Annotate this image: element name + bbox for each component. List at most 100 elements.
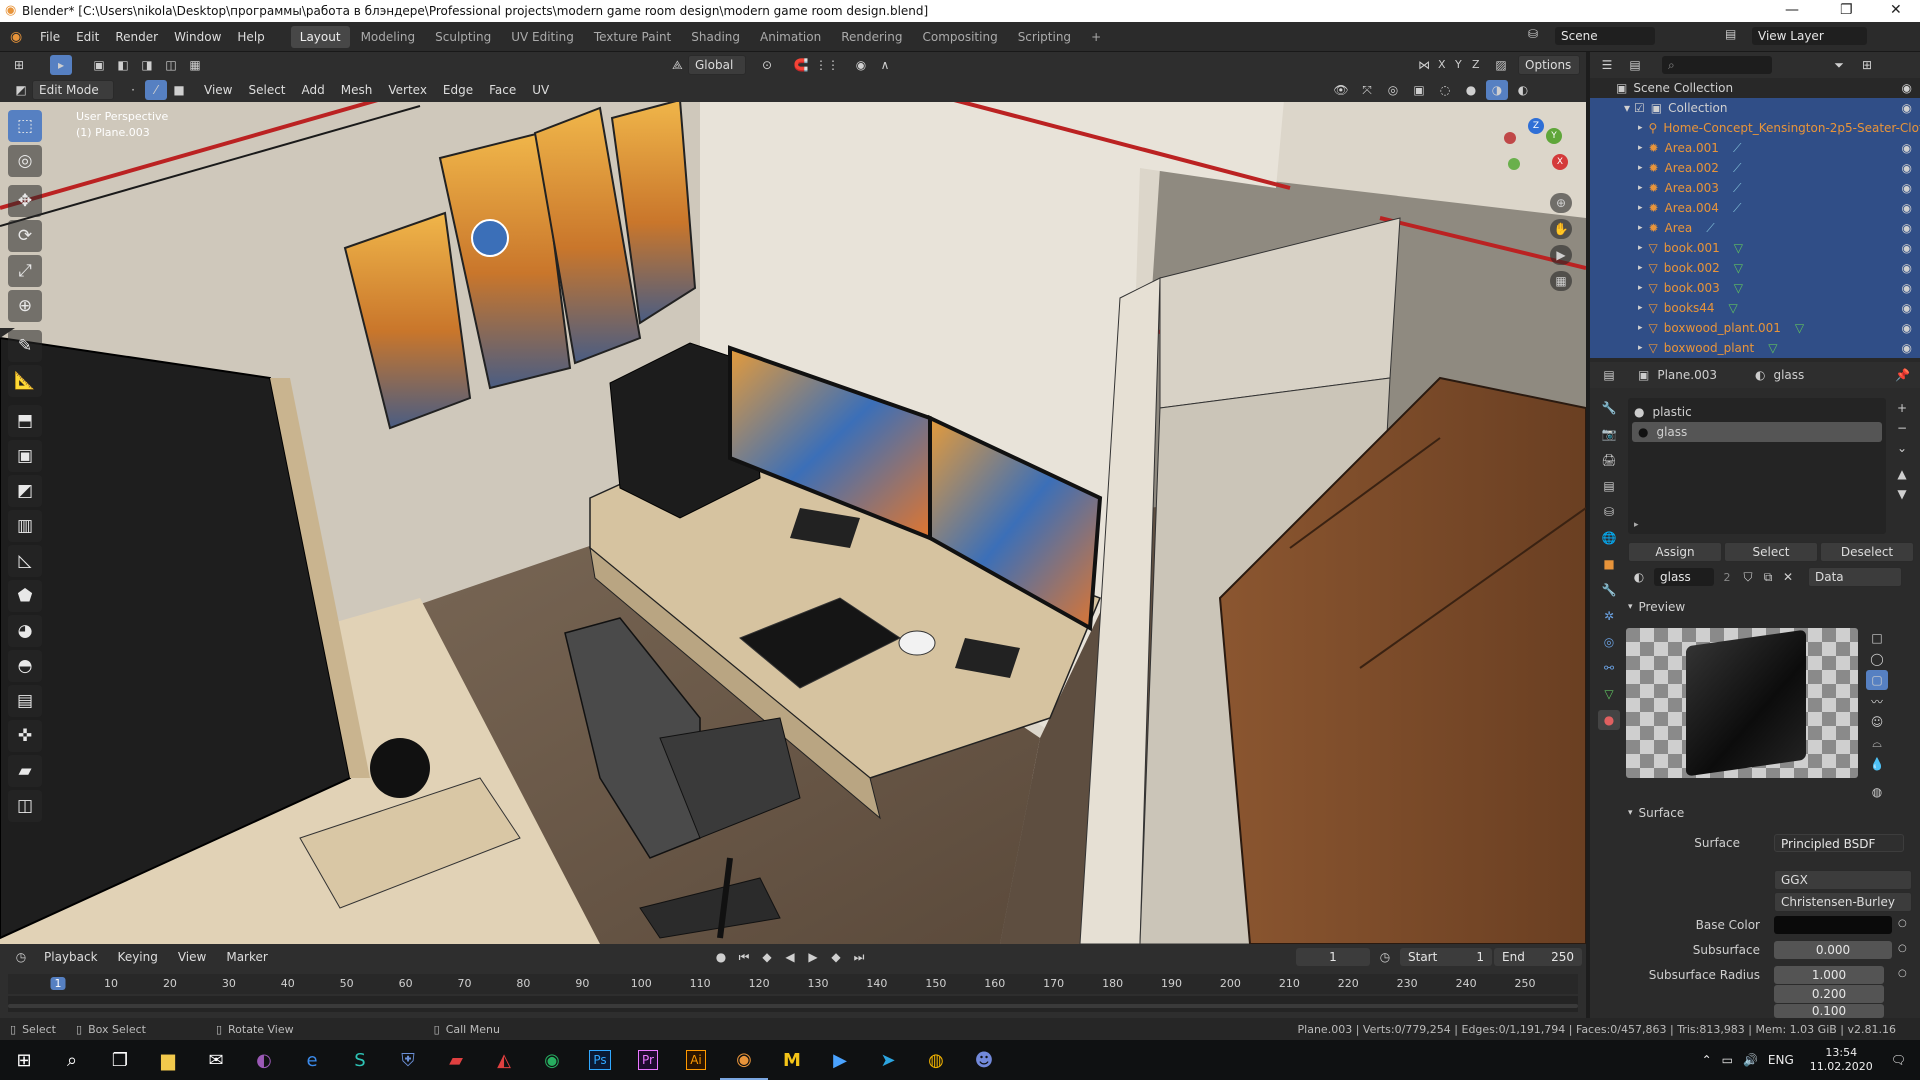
gizmo-y-icon[interactable]: Y (1546, 128, 1562, 144)
current-frame-field[interactable]: 1 (1296, 948, 1370, 966)
particles-tab-icon[interactable]: ✲ (1598, 606, 1620, 626)
move-up-icon[interactable]: ▲ (1892, 464, 1912, 484)
eye-icon[interactable]: ◉ (1902, 201, 1912, 215)
menu-render[interactable]: Render (107, 26, 166, 48)
edge-select-icon[interactable]: ⁄ (145, 80, 167, 100)
navigation-gizmo[interactable]: Z Y X (1500, 118, 1570, 188)
preview-cloth-icon[interactable]: ⌓ (1866, 733, 1888, 753)
auto-merge-icon[interactable]: ▨ (1490, 55, 1512, 75)
menu-edit[interactable]: Edit (68, 26, 107, 48)
chrome-icon[interactable]: ◍ (912, 1040, 960, 1080)
outliner-item[interactable]: ▸ ▽ books44 ▽ ◉ (1590, 298, 1920, 318)
gizmo-toggle-icon[interactable]: ⤧ (1356, 80, 1378, 100)
menu-uv[interactable]: UV (524, 79, 557, 101)
tab-shading[interactable]: Shading (682, 26, 749, 48)
add-slot-icon[interactable]: + (1892, 398, 1912, 418)
expand-icon[interactable]: ▸ (1638, 303, 1643, 313)
mesh-data-icon[interactable]: ▽ (1795, 321, 1804, 335)
overlay-toggle-icon[interactable]: ◎ (1382, 80, 1404, 100)
new-collection-icon[interactable]: ⊞ (1856, 55, 1878, 75)
render-tab-icon[interactable]: 📷 (1598, 424, 1620, 444)
light-data-icon[interactable]: ⟋ (1706, 221, 1714, 236)
select-intersect-icon[interactable]: ▦ (184, 55, 206, 75)
app-play-icon[interactable]: ▶ (816, 1040, 864, 1080)
select-tool-icon[interactable]: ▸ (50, 55, 72, 75)
search-icon[interactable]: ⌕ (48, 1040, 96, 1080)
prev-keyframe-icon[interactable]: ◆ (756, 947, 778, 967)
outliner-item[interactable]: ▸ ▽ book.003 ▽ ◉ (1590, 278, 1920, 298)
snap-target-icon[interactable]: ⋮⋮ (815, 55, 839, 75)
preview-sphere-icon[interactable]: ◯ (1866, 649, 1888, 669)
keyframe-dot-icon[interactable]: ○ (1898, 943, 1907, 954)
subsurface-radius-x[interactable]: 1.000 (1774, 966, 1884, 984)
extrude-icon[interactable]: ⬒ (8, 405, 42, 437)
next-keyframe-icon[interactable]: ◆ (825, 947, 847, 967)
select-button[interactable]: Select (1724, 542, 1818, 562)
subsurface-radius-z[interactable]: 0.100 (1774, 1004, 1884, 1018)
rendered-shading-icon[interactable]: ◐ (1512, 80, 1534, 100)
pin-icon[interactable]: 📌 (1895, 368, 1910, 382)
expand-icon[interactable]: ▸ (1638, 263, 1643, 273)
outliner-item[interactable]: ▸ ⚲ Home-Concept_Kensington-2p5-Seater-Clo… (1590, 118, 1920, 138)
filter-icon[interactable]: ⏷ (1828, 55, 1850, 75)
checkbox-icon[interactable]: ☑ (1634, 101, 1645, 115)
mesh-data-icon[interactable]: ▽ (1734, 241, 1743, 255)
expand-icon[interactable]: ▸ (1638, 183, 1643, 193)
editor-type-icon[interactable]: ⊞ (8, 55, 30, 75)
expand-icon[interactable]: ▸ (1638, 163, 1643, 173)
link-dropdown[interactable]: Data (1808, 567, 1902, 587)
pivot-icon[interactable]: ⊙ (756, 55, 778, 75)
tab-texture-paint[interactable]: Texture Paint (585, 26, 680, 48)
gizmo-z-icon[interactable]: Z (1528, 118, 1544, 134)
expand-icon[interactable]: ▾ (1624, 101, 1630, 115)
keyframe-dot-icon[interactable]: ○ (1898, 968, 1907, 979)
outliner-item[interactable]: ▸ ▽ boxwood_plant ▽ ◉ (1590, 338, 1920, 358)
modifier-tab-icon[interactable]: 🔧 (1598, 580, 1620, 600)
outliner-item[interactable]: ▸ ✹ Area.004 ⟋ ◉ (1590, 198, 1920, 218)
record-icon[interactable]: ● (710, 947, 732, 967)
select-invert-icon[interactable]: ◫ (160, 55, 182, 75)
output-tab-icon[interactable]: 🖨 (1598, 450, 1620, 470)
expand-icon[interactable]: ▸ (1638, 243, 1643, 253)
eye-icon[interactable]: ◉ (1902, 101, 1912, 115)
app-s-icon[interactable]: S (336, 1040, 384, 1080)
fake-user-icon[interactable]: ⛉ (1740, 567, 1756, 587)
outliner-item[interactable]: ▸ ▽ boxwood_plant.001 ▽ ◉ (1590, 318, 1920, 338)
outliner-editor-icon[interactable]: ☰ (1596, 55, 1618, 75)
view-layer-tab-icon[interactable]: ▤ (1598, 476, 1620, 496)
preview-section-header[interactable]: ▾ Preview (1628, 600, 1914, 614)
preview-flat-icon[interactable]: □ (1866, 628, 1888, 648)
deselect-button[interactable]: Deselect (1820, 542, 1914, 562)
xray-icon[interactable]: ▣ (1408, 80, 1430, 100)
outliner-item[interactable]: ▸ ✹ Area.003 ⟋ ◉ (1590, 178, 1920, 198)
app-red-icon[interactable]: ▰ (432, 1040, 480, 1080)
axis-z-toggle[interactable]: Z (1472, 58, 1480, 71)
jump-end-icon[interactable]: ⏭ (848, 947, 870, 967)
menu-playback[interactable]: Playback (36, 946, 106, 968)
maximize-button[interactable]: ❐ (1840, 2, 1853, 18)
outliner-item[interactable]: ▸ ▽ book.001 ▽ ◉ (1590, 238, 1920, 258)
light-data-icon[interactable]: ⟋ (1733, 161, 1741, 176)
edge-icon[interactable]: e (288, 1040, 336, 1080)
3d-viewport[interactable]: User Perspective (1) Plane.003 Z Y X ⊕ ✋… (0, 78, 1586, 944)
subsurface-radius-y[interactable]: 0.200 (1774, 985, 1884, 1003)
outliner-collection[interactable]: ▾ ☑ ▣ Collection ◉ (1590, 98, 1920, 118)
language-indicator[interactable]: ENG (1768, 1053, 1794, 1067)
app-green-icon[interactable]: ◉ (528, 1040, 576, 1080)
loop-cut-icon[interactable]: ▥ (8, 510, 42, 542)
blender-menu-icon[interactable]: ◉ (10, 29, 32, 45)
telegram-icon[interactable]: ➤ (864, 1040, 912, 1080)
jump-start-icon[interactable]: ⏮ (733, 947, 755, 967)
preview-world-icon[interactable]: ◍ (1866, 782, 1888, 802)
physics-tab-icon[interactable]: ◎ (1598, 632, 1620, 652)
browse-material-icon[interactable]: ◐ (1628, 567, 1650, 587)
menu-mesh[interactable]: Mesh (333, 79, 381, 101)
eye-icon[interactable]: ◉ (1902, 321, 1912, 335)
menu-keying[interactable]: Keying (110, 946, 166, 968)
tab-compositing[interactable]: Compositing (913, 26, 1006, 48)
scene-tab-icon[interactable]: ⛁ (1598, 502, 1620, 522)
frame-ruler[interactable]: 1 10 20 30 40 50 60 70 80 90 100 110 120 130 140 150 160… (8, 974, 1578, 994)
falloff-icon[interactable]: ∧ (874, 55, 896, 75)
spin-icon[interactable]: ◕ (8, 615, 42, 647)
end-frame-field[interactable]: End 250 (1494, 948, 1582, 966)
